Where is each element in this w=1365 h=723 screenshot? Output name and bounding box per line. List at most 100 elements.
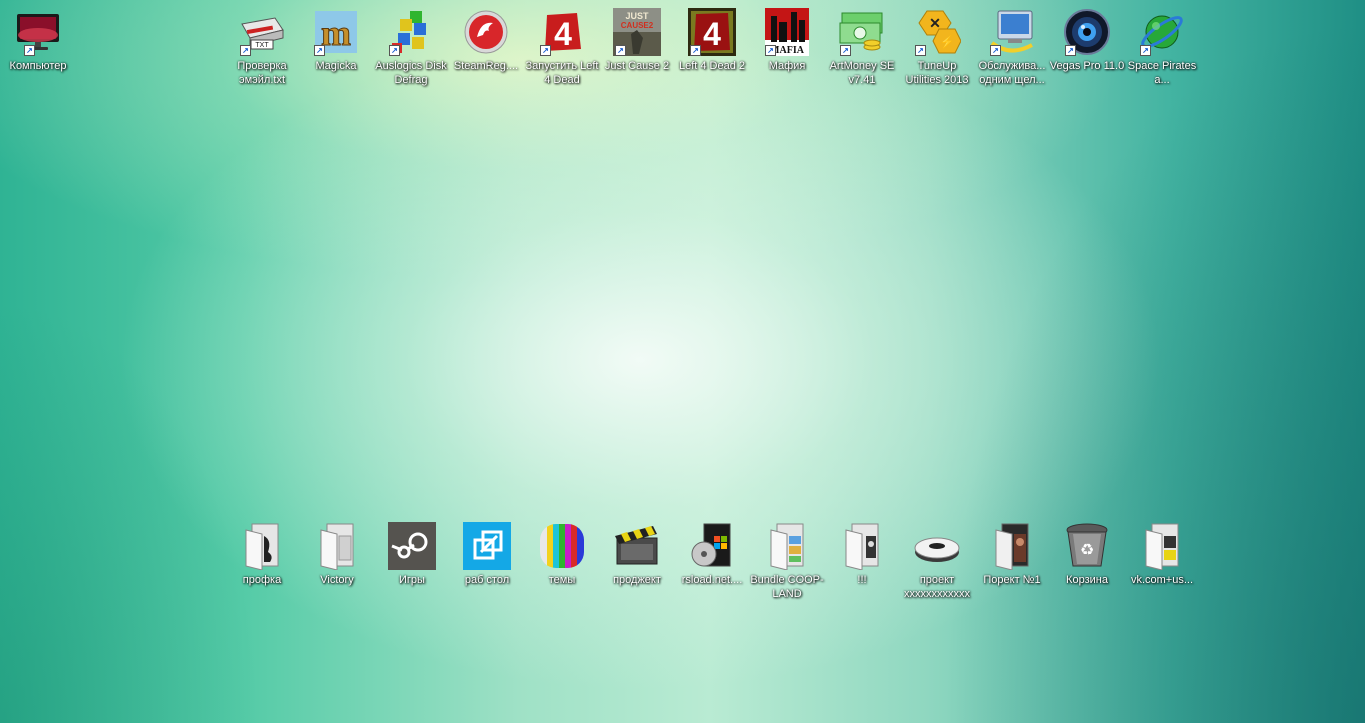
recycle-bin-icon: ♻ [1063, 522, 1111, 570]
folder-icon [313, 522, 361, 570]
left4dead-icon: 4 ↗ [538, 8, 586, 56]
device-icon [913, 522, 961, 570]
desktop-icon-project-folder[interactable]: проджект [599, 522, 675, 587]
shortcut-arrow-icon: ↗ [1065, 45, 1076, 56]
desktop-icon-maintenance[interactable]: ↗ Обслужива... одним щел... [974, 8, 1050, 87]
icon-label: Vegas Pro 11.0 [1049, 60, 1125, 72]
justcause-icon: JUST CAUSE2 ↗ [613, 8, 661, 56]
icon-label: Just Cause 2 [604, 60, 670, 72]
icon-label: Victory [320, 574, 354, 586]
desktop-icon-computer[interactable]: ↗ Компьютер [0, 8, 76, 73]
shortcut-arrow-icon: ↗ [840, 45, 851, 56]
desktop-icon-folder-exclamations[interactable]: !!! [824, 522, 900, 587]
shortcut-arrow-icon: ↗ [1140, 45, 1151, 56]
shortcut-arrow-icon: ↗ [24, 45, 35, 56]
svg-text:♻: ♻ [1080, 540, 1094, 559]
desktop-icon-work-desktop[interactable]: раб стол [449, 522, 525, 587]
mafia-icon: MAFIA ↗ [763, 8, 811, 56]
icon-label: раб стол [464, 574, 510, 586]
icon-label: ArtMoney SE v7.41 [829, 60, 895, 86]
clapperboard-icon [613, 522, 661, 570]
desktop-icon-mafia[interactable]: MAFIA ↗ Мафия [749, 8, 825, 73]
steam-games-icon [388, 522, 436, 570]
icon-label: Игры [399, 574, 425, 586]
icon-label: rsload.net.... [681, 574, 743, 586]
windows-dvd-icon [688, 522, 736, 570]
maintenance-icon: ↗ [988, 8, 1036, 56]
shortcut-arrow-icon: ↗ [990, 45, 1001, 56]
folder-icon [838, 522, 886, 570]
svg-text:4: 4 [554, 16, 572, 52]
shortcut-arrow-icon: ↗ [915, 45, 926, 56]
icon-label: Обслужива... одним щел... [978, 60, 1046, 86]
svg-text:m: m [321, 13, 351, 53]
svg-text:JUST: JUST [625, 11, 649, 21]
desktop-icon-bundle-coop-land[interactable]: Bundle COOP-LAND [749, 522, 825, 601]
icon-label: Auslogics Disk Defrag [375, 60, 447, 86]
desktop-icon-auslogics[interactable]: ↗ Auslogics Disk Defrag [373, 8, 449, 87]
desktop-shortcut-icon [463, 522, 511, 570]
shortcut-arrow-icon: ↗ [615, 45, 626, 56]
left4dead2-icon: 4 ↗ [688, 8, 736, 56]
shortcut-arrow-icon: ↗ [389, 45, 400, 56]
folder-icon [763, 522, 811, 570]
svg-text:CAUSE2: CAUSE2 [621, 21, 654, 30]
svg-text:✕: ✕ [929, 15, 941, 31]
shortcut-arrow-icon: ↗ [690, 45, 701, 56]
icon-label: темы [548, 574, 576, 586]
folder-dark-icon [988, 522, 1036, 570]
icon-label: SteamReg.... [453, 60, 519, 72]
icon-label: Magicka [315, 60, 357, 72]
themes-icon [538, 522, 586, 570]
computer-monitor-icon: ↗ [14, 8, 62, 56]
wallpaper [0, 0, 1365, 723]
icon-label: Bundle COOP-LAND [750, 574, 824, 600]
shortcut-arrow-icon: ↗ [314, 45, 325, 56]
icon-label: Left 4 Dead 2 [678, 60, 746, 72]
desktop-icon-tuneup[interactable]: ✕ ⚡ ↗ TuneUp Utilities 2013 [899, 8, 975, 87]
desktop-icon-left4dead2[interactable]: 4 ↗ Left 4 Dead 2 [674, 8, 750, 73]
icon-label: профка [242, 574, 282, 586]
svg-text:TXT: TXT [255, 42, 269, 49]
desktop-icon-vegas-pro[interactable]: ↗ Vegas Pro 11.0 [1049, 8, 1125, 73]
shortcut-arrow-icon: ↗ [240, 45, 251, 56]
icon-label: проект xxxxxxxxxxxx [904, 574, 970, 600]
icon-label: Запустить Left 4 Dead [525, 60, 599, 86]
shortcut-arrow-icon: ↗ [765, 45, 776, 56]
icon-label: vk.com+us... [1130, 574, 1194, 586]
desktop-icon-folder-profka[interactable]: профка [224, 522, 300, 587]
desktop-icon-vk-folder[interactable]: vk.com+us... [1124, 522, 1200, 587]
icon-label: Компьютер [9, 60, 67, 72]
desktop-icon-left4dead[interactable]: 4 ↗ Запустить Left 4 Dead [524, 8, 600, 87]
desktop-icon-txt-file[interactable]: TXT ↗ Проверка эмэйл.txt [224, 8, 300, 87]
folder-icon [238, 522, 286, 570]
icon-label: Порект №1 [983, 574, 1041, 586]
tuneup-icon: ✕ ⚡ ↗ [913, 8, 961, 56]
desktop-icon-just-cause-2[interactable]: JUST CAUSE2 ↗ Just Cause 2 [599, 8, 675, 73]
space-pirates-icon: ↗ [1138, 8, 1186, 56]
desktop-icon-project-no1[interactable]: Порект №1 [974, 522, 1050, 587]
artmoney-icon: ↗ [838, 8, 886, 56]
desktop-icon-steamreg[interactable]: SteamReg.... [448, 8, 524, 73]
icon-label: проджект [613, 574, 661, 586]
svg-text:4: 4 [703, 16, 721, 52]
icon-label: Проверка эмэйл.txt [237, 60, 287, 86]
defrag-icon: ↗ [387, 8, 435, 56]
desktop-icon-folder-victory[interactable]: Victory [299, 522, 375, 587]
svg-text:⚡: ⚡ [940, 35, 955, 49]
icon-label: !!! [857, 574, 867, 586]
desktop-icon-project-x[interactable]: проект xxxxxxxxxxxx [899, 522, 975, 601]
icon-label: Space Pirates a... [1127, 60, 1197, 86]
desktop-icon-space-pirates[interactable]: ↗ Space Pirates a... [1124, 8, 1200, 87]
desktop-icon-recycle-bin[interactable]: ♻ Корзина [1049, 522, 1125, 587]
desktop-icon-games[interactable]: Игры [374, 522, 450, 587]
desktop-icon-rsload[interactable]: rsload.net.... [674, 522, 750, 587]
desktop-icon-artmoney[interactable]: ↗ ArtMoney SE v7.41 [824, 8, 900, 87]
icon-label: Корзина [1066, 574, 1108, 586]
shortcut-arrow-icon: ↗ [540, 45, 551, 56]
desktop-icon-magicka[interactable]: m ↗ Magicka [298, 8, 374, 73]
desktop-icon-themes[interactable]: темы [524, 522, 600, 587]
icon-label: Мафия [768, 60, 806, 72]
txt-file-icon: TXT ↗ [238, 8, 286, 56]
steamreg-icon [462, 8, 510, 56]
